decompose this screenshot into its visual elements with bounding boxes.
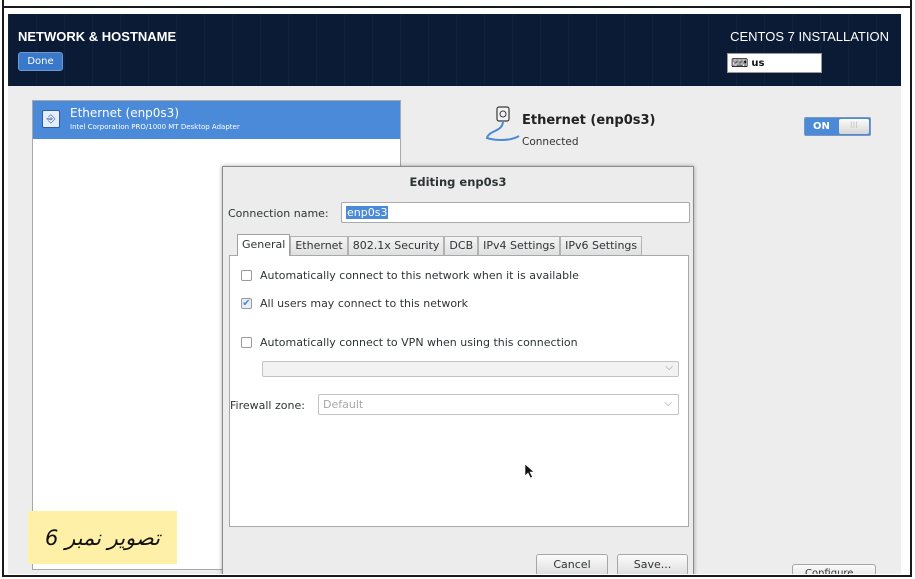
device-detail-status: Connected: [522, 136, 579, 148]
tab-general[interactable]: General: [237, 234, 291, 256]
keyboard-icon: ⌨: [731, 56, 749, 70]
auto-connect-row[interactable]: Automatically connect to this network wh…: [241, 269, 579, 282]
product-title: CENTOS 7 INSTALLATION: [730, 29, 889, 44]
mouse-cursor-icon: [524, 463, 535, 479]
done-button[interactable]: Done: [18, 52, 63, 71]
toggle-knob: III: [838, 119, 869, 134]
firewall-zone-value: Default: [323, 398, 364, 411]
figure-caption: تصویر نمبر 6: [28, 511, 177, 564]
installer-header: NETWORK & HOSTNAME Done CENTOS 7 INSTALL…: [8, 14, 901, 86]
tab-ipv4-settings[interactable]: IPv4 Settings: [478, 236, 561, 256]
device-toggle[interactable]: ON III: [804, 117, 871, 136]
configure-button[interactable]: Configure...: [792, 564, 876, 574]
page-title: NETWORK & HOSTNAME: [18, 29, 177, 44]
settings-tabs: General Ethernet 802.1x Security DCB IPv…: [237, 234, 643, 256]
auto-vpn-label: Automatically connect to VPN when using …: [260, 336, 578, 349]
connection-name-label: Connection name:: [228, 207, 329, 220]
auto-vpn-checkbox[interactable]: [241, 337, 252, 348]
cancel-button[interactable]: Cancel: [536, 554, 608, 574]
chevron-down-icon: ⌵: [664, 398, 672, 409]
auto-connect-label: Automatically connect to this network wh…: [260, 269, 579, 282]
keyboard-layout-indicator[interactable]: ⌨ us: [727, 53, 822, 73]
firewall-zone-label: Firewall zone:: [230, 399, 305, 412]
tab-dcb[interactable]: DCB: [444, 236, 479, 256]
save-button[interactable]: Save...: [617, 554, 688, 574]
all-users-label: All users may connect to this network: [260, 297, 468, 310]
ethernet-cable-icon: [485, 106, 520, 141]
installer-window: NETWORK & HOSTNAME Done CENTOS 7 INSTALL…: [8, 14, 901, 574]
firewall-zone-select[interactable]: Default ⌵: [318, 394, 679, 415]
device-name: Ethernet (enp0s3): [70, 106, 179, 120]
connection-name-value: enp0s3: [346, 206, 389, 219]
dialog-title: Editing enp0s3: [409, 175, 507, 189]
device-detail-name: Ethernet (enp0s3): [522, 113, 656, 128]
auto-connect-checkbox[interactable]: [241, 270, 252, 281]
keyboard-layout-label: us: [751, 57, 765, 69]
general-tab-panel: Automatically connect to this network wh…: [229, 255, 689, 527]
vpn-select: ⌵: [262, 361, 679, 377]
toggle-on-label: ON: [813, 121, 830, 132]
tab-ethernet[interactable]: Ethernet: [290, 236, 348, 256]
edit-connection-dialog: Editing enp0s3 Connection name: enp0s3 G…: [222, 166, 694, 574]
tab-ipv6-settings[interactable]: IPv6 Settings: [560, 236, 643, 256]
auto-vpn-row[interactable]: Automatically connect to VPN when using …: [241, 336, 578, 349]
frame-top-strip: [4, 0, 910, 8]
chevron-down-icon: ⌵: [665, 362, 673, 373]
all-users-row[interactable]: ✔ All users may connect to this network: [241, 297, 468, 310]
ethernet-icon: ⎆: [42, 110, 60, 128]
device-description: Intel Corporation PRO/1000 MT Desktop Ad…: [70, 123, 240, 131]
tab-8021x-security[interactable]: 802.1x Security: [347, 236, 445, 256]
list-item-ethernet[interactable]: ⎆ Ethernet (enp0s3) Intel Corporation PR…: [33, 101, 400, 139]
all-users-checkbox[interactable]: ✔: [241, 298, 252, 309]
connection-name-input[interactable]: enp0s3: [341, 202, 690, 223]
